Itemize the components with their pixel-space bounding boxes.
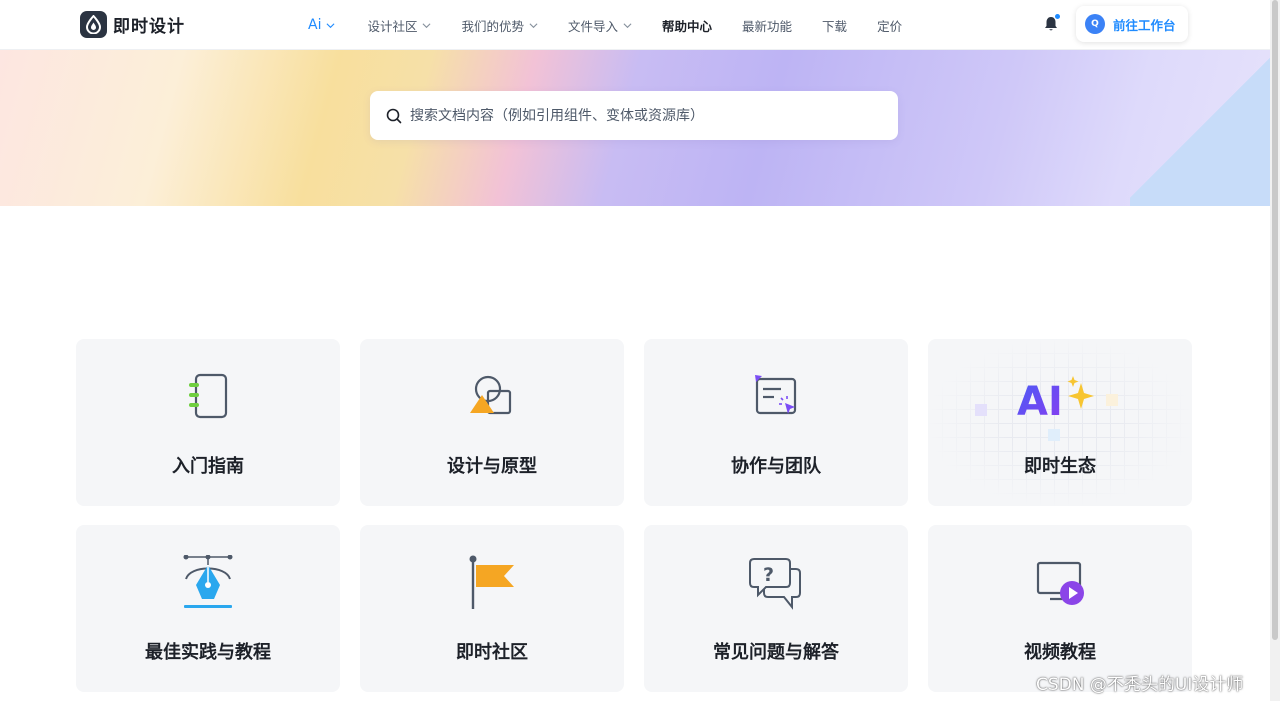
card-label: 即时生态 xyxy=(1024,456,1096,477)
nav-item-label: 最新功能 xyxy=(742,18,793,34)
nav-item-advantages[interactable]: 我们的优势 xyxy=(461,16,538,35)
card-label: 视频教程 xyxy=(1024,642,1096,663)
nav-item-pricing[interactable]: 定价 xyxy=(877,16,902,35)
nav-item-label: 帮助中心 xyxy=(662,18,713,34)
hero-corner-decoration xyxy=(1130,50,1270,206)
nav-item-file-import[interactable]: 文件导入 xyxy=(568,16,632,35)
card-label: 即时社区 xyxy=(456,642,528,663)
brand-name: 即时设计 xyxy=(113,17,185,37)
go-to-workspace-button[interactable]: Q 前往工作台 xyxy=(1076,6,1188,42)
search-icon xyxy=(386,108,402,123)
card-ecosystem[interactable]: AI 即时生态 xyxy=(928,339,1192,506)
nav-ai-label: Ai xyxy=(308,17,322,33)
chevron-down-icon xyxy=(423,22,431,28)
nav-item-download[interactable]: 下载 xyxy=(822,16,847,35)
chevron-down-icon xyxy=(623,22,632,28)
card-design-prototype[interactable]: 设计与原型 xyxy=(360,339,624,506)
logo-icon xyxy=(80,11,107,38)
search-box[interactable] xyxy=(370,91,898,140)
help-category-grid: 入门指南 设计与原型 协作与团队 AI 即时生态 最佳实践与教程 即时社区 ? … xyxy=(76,339,1192,692)
nav-item-label: 设计社区 xyxy=(367,18,418,34)
nav-item-design-community[interactable]: 设计社区 xyxy=(367,16,431,35)
scrollbar[interactable] xyxy=(1270,0,1280,701)
card-label: 设计与原型 xyxy=(447,456,537,477)
nav-item-label: 定价 xyxy=(877,18,903,34)
card-label: 入门指南 xyxy=(172,456,244,477)
collaboration-icon xyxy=(746,367,806,427)
ai-sparkle-icon: AI xyxy=(1015,367,1105,427)
nav-item-label: 下载 xyxy=(822,18,848,34)
decorative-square xyxy=(1106,394,1118,406)
card-faq[interactable]: ? 常见问题与解答 xyxy=(644,525,908,692)
notebook-icon xyxy=(178,367,238,427)
card-getting-started[interactable]: 入门指南 xyxy=(76,339,340,506)
ai-text: AI xyxy=(1017,379,1063,423)
card-community[interactable]: 即时社区 xyxy=(360,525,624,692)
chevron-down-icon xyxy=(326,22,335,28)
decorative-square xyxy=(1048,429,1060,441)
shapes-icon xyxy=(462,367,522,427)
flag-icon xyxy=(462,553,522,613)
card-best-practices[interactable]: 最佳实践与教程 xyxy=(76,525,340,692)
nav-item-label: 我们的优势 xyxy=(461,18,524,34)
question-chat-icon: ? xyxy=(746,553,806,613)
card-label: 协作与团队 xyxy=(731,456,821,477)
notification-dot xyxy=(1055,14,1060,19)
card-collaboration[interactable]: 协作与团队 xyxy=(644,339,908,506)
chevron-down-icon xyxy=(529,22,538,28)
notification-bell-icon[interactable] xyxy=(1044,14,1060,33)
brand-logo[interactable]: 即时设计 xyxy=(80,11,185,38)
avatar: Q xyxy=(1085,14,1105,34)
workspace-button-label: 前往工作台 xyxy=(1113,17,1176,33)
card-label: 最佳实践与教程 xyxy=(145,642,271,663)
decorative-square xyxy=(975,404,987,416)
page: 即时设计 Ai 设计社区 我们的优势 文件导入 帮助中心 最新功能 下载 定价 … xyxy=(0,0,1280,701)
video-play-icon xyxy=(1030,553,1090,613)
svg-text:?: ? xyxy=(763,564,774,586)
main-nav: Ai 设计社区 我们的优势 文件导入 帮助中心 最新功能 下载 定价 xyxy=(308,0,932,50)
pen-tool-icon xyxy=(178,553,238,613)
search-input[interactable] xyxy=(410,107,880,124)
card-video-tutorials[interactable]: 视频教程 xyxy=(928,525,1192,692)
nav-item-help-center[interactable]: 帮助中心 xyxy=(662,16,712,35)
nav-item-label: 文件导入 xyxy=(568,18,619,34)
top-navigation-bar: 即时设计 Ai 设计社区 我们的优势 文件导入 帮助中心 最新功能 下载 定价 … xyxy=(0,0,1270,50)
card-label: 常见问题与解答 xyxy=(713,642,839,663)
nav-item-ai[interactable]: Ai xyxy=(308,17,335,33)
nav-item-new-features[interactable]: 最新功能 xyxy=(742,16,792,35)
scrollbar-thumb[interactable] xyxy=(1272,0,1278,640)
watermark-text: CSDN @不秃头的UI设计师 xyxy=(1036,675,1244,695)
hero-banner xyxy=(0,50,1270,206)
